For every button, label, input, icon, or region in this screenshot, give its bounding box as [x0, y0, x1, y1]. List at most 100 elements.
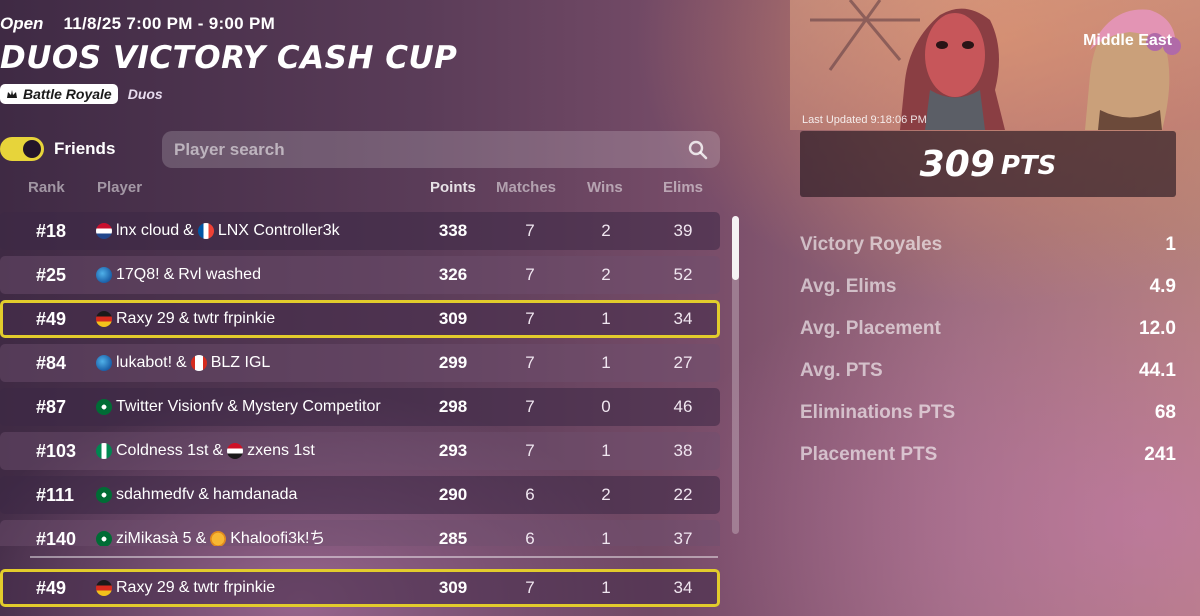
player-2-name: BLZ IGL	[210, 354, 271, 371]
mode-badge: Battle Royale	[0, 84, 118, 104]
player-cell: Coldness 1st & zxens 1st	[96, 442, 315, 460]
player-1-name: Raxy 29	[116, 579, 175, 596]
stat-label: Avg. Elims	[800, 276, 897, 297]
rank-cell: #49	[36, 578, 67, 598]
player-cell: lnx cloud & LNX Controller3k	[96, 222, 340, 240]
elims-cell: 46	[673, 397, 693, 416]
player-separator: &	[227, 398, 238, 415]
mode-label: Battle Royale	[23, 86, 112, 102]
points-cell: 298	[438, 397, 468, 416]
player-cell: Twitter Visionfv & Mystery Competitor	[96, 398, 381, 416]
player-separator: &	[163, 266, 175, 283]
matches-cell: 7	[525, 265, 535, 284]
player-2-name: Rvl washed	[178, 266, 261, 283]
globe-flag-icon	[96, 267, 112, 283]
player-cell: Raxy 29 & twtr frpinkie	[96, 310, 275, 328]
stat-row: Placement PTS 241	[800, 434, 1176, 476]
wins-cell: 1	[601, 441, 611, 460]
wins-cell: 1	[601, 353, 611, 372]
matches-cell: 7	[525, 353, 535, 372]
stat-label: Avg. PTS	[800, 360, 883, 381]
elims-cell: 34	[673, 309, 693, 328]
matches-cell: 7	[525, 441, 535, 460]
points-cell: 290	[438, 485, 468, 504]
points-cell: 299	[438, 353, 468, 372]
player-2-name: Mystery Competitor	[241, 398, 381, 415]
table-row[interactable]: #84 lukabot! & BLZ IGL 299 7 1 27	[0, 344, 720, 382]
wins-cell: 2	[601, 265, 611, 284]
rank-cell: #25	[36, 265, 67, 285]
matches-cell: 7	[525, 309, 535, 328]
table-header: Rank Player Points Matches Wins Elims	[0, 179, 720, 197]
saudi-flag-icon	[96, 531, 112, 546]
wins-cell: 0	[601, 397, 611, 416]
crown-icon	[7, 90, 17, 98]
player-separator: &	[195, 530, 207, 546]
saudi-flag-icon	[96, 399, 112, 415]
event-header: Open 11/8/25 7:00 PM - 9:00 PM	[0, 14, 275, 34]
matches-cell: 7	[525, 578, 535, 597]
table-row[interactable]: #140 ziMikasà 5 & Khaloofi3k!ち 285 6 1 37	[0, 520, 720, 546]
player-1-name: ziMikasà 5	[116, 530, 192, 546]
rank-cell: #140	[36, 529, 77, 546]
player-1-name: 17Q8!	[116, 266, 160, 283]
points-cell: 309	[438, 309, 468, 328]
header-elims[interactable]: Elims	[663, 179, 703, 196]
player-cell: sdahmedfv & hamdanada	[96, 486, 297, 504]
germany-flag-icon	[96, 580, 112, 596]
sun-flag-icon	[210, 531, 227, 546]
rank-cell: #49	[36, 309, 67, 329]
player-separator: &	[198, 486, 209, 503]
player-cell: ziMikasà 5 & Khaloofi3k!ち	[96, 530, 325, 546]
points-cell: 338	[438, 221, 468, 240]
total-points-box: 309 PTS	[800, 131, 1176, 197]
elims-cell: 38	[673, 441, 693, 460]
player-2-name: twtr frpinkie	[193, 310, 276, 327]
points-unit: PTS	[1000, 151, 1057, 181]
table-row[interactable]: #25 17Q8! & Rvl washed 326 7 2 52	[0, 256, 720, 294]
leaderboard-list: #18 lnx cloud & LNX Controller3k 338 7 2 39 #25 1…	[0, 212, 720, 546]
saudi-flag-icon	[96, 487, 112, 503]
stat-row: Victory Royales 1	[800, 224, 1176, 266]
search-input[interactable]	[174, 139, 688, 160]
search-icon[interactable]	[688, 140, 708, 160]
germany-flag-icon	[96, 311, 112, 327]
player-2-name: LNX Controller3k	[217, 222, 340, 239]
header-points[interactable]: Points	[430, 179, 476, 196]
player-1-name: Twitter Visionfv	[116, 398, 224, 415]
wins-cell: 1	[601, 578, 611, 597]
header-matches[interactable]: Matches	[496, 179, 556, 196]
points-cell: 285	[438, 529, 468, 547]
player-search[interactable]	[162, 131, 720, 168]
rank-cell: #103	[36, 441, 77, 461]
elims-cell: 37	[673, 529, 693, 547]
stat-row: Avg. PTS 44.1	[800, 350, 1176, 392]
stat-label: Avg. Placement	[800, 318, 941, 339]
table-row[interactable]: #111 sdahmedfv & hamdanada 290 6 2 22	[0, 476, 720, 514]
table-row[interactable]: #87 Twitter Visionfv & Mystery Competitor 29…	[0, 388, 720, 426]
points-cell: 309	[438, 578, 468, 597]
matches-cell: 7	[525, 221, 535, 240]
player-1-name: Raxy 29	[116, 310, 175, 327]
scrollbar-thumb[interactable]	[732, 216, 739, 280]
table-row[interactable]: #103 Coldness 1st & zxens 1st 293 7 1 38	[0, 432, 720, 470]
stat-value: 68	[1154, 402, 1176, 423]
stat-label: Eliminations PTS	[800, 402, 956, 423]
header-wins[interactable]: Wins	[587, 179, 623, 196]
event-title: DUOS VICTORY CASH CUP	[0, 40, 458, 76]
player-1-name: lukabot!	[116, 354, 173, 371]
friends-toggle[interactable]: Friends	[0, 137, 115, 161]
player-separator: &	[178, 579, 190, 596]
stat-row: Eliminations PTS 68	[800, 392, 1176, 434]
table-row[interactable]: #49 Raxy 29 & twtr frpinkie 309 7 1 34	[0, 300, 720, 338]
stats-list: Victory Royales 1 Avg. Elims 4.9 Avg. Placem…	[800, 224, 1176, 476]
region-label: Middle East	[1083, 32, 1172, 49]
leaderboard-scrollbar[interactable]	[732, 216, 739, 534]
table-row[interactable]: #18 lnx cloud & LNX Controller3k 338 7 2 39	[0, 212, 720, 250]
toggle-switch[interactable]	[0, 137, 44, 161]
total-points: 309	[919, 143, 995, 185]
netherlands-flag-icon	[96, 223, 112, 239]
my-team-row[interactable]: #49 Raxy 29 & twtr frpinkie 309 7 1 34	[0, 569, 720, 607]
rank-cell: #18	[36, 221, 67, 241]
friends-label: Friends	[54, 139, 116, 158]
